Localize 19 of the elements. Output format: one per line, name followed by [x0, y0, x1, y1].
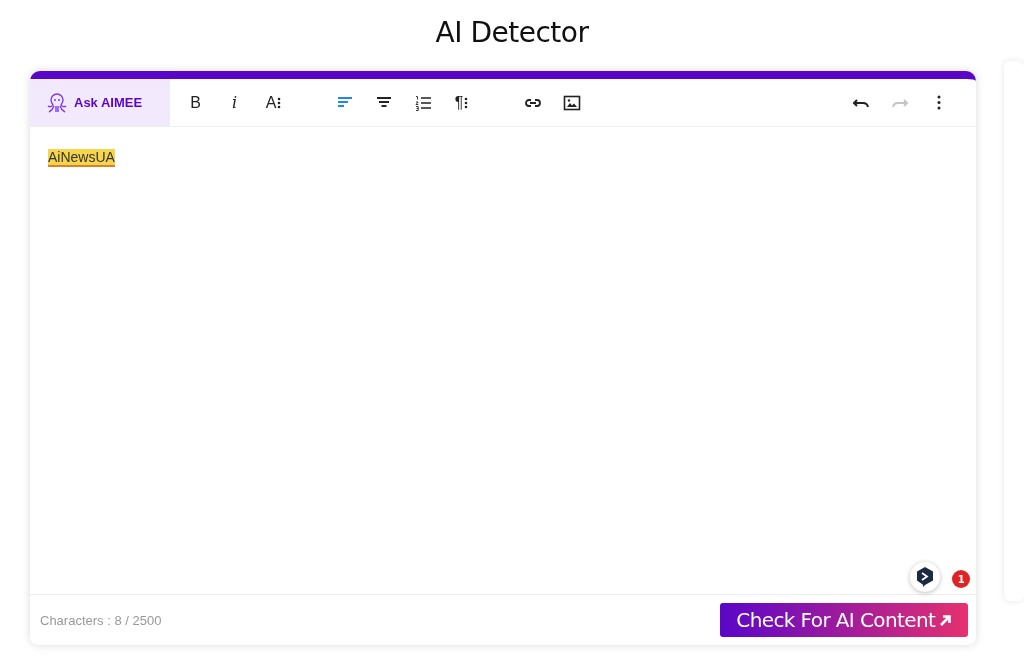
bold-button[interactable]: B — [176, 87, 215, 118]
italic-button[interactable]: i — [215, 87, 254, 118]
notification-badge: 1 — [952, 570, 971, 588]
arrow-icon — [939, 613, 953, 627]
paragraph-button[interactable]: ¶ — [442, 87, 481, 118]
image-icon — [562, 93, 581, 112]
ask-aimee-button[interactable]: Ask AIMEE — [30, 79, 170, 126]
chat-button[interactable] — [910, 562, 941, 592]
chat-icon — [915, 566, 936, 588]
dots-icon — [464, 96, 469, 109]
more-icon — [936, 95, 941, 110]
editor-text[interactable]: AiNewsUA — [48, 149, 115, 167]
character-counter: Characters : 8 / 2500 — [40, 612, 162, 628]
check-content-button[interactable]: Check For AI Content — [720, 603, 969, 637]
dots-icon — [277, 96, 282, 109]
numbered-list-icon — [413, 93, 432, 112]
page-title: AI Detector — [435, 16, 589, 49]
octopus-icon — [46, 91, 68, 114]
font-size-button[interactable]: A — [254, 87, 293, 118]
